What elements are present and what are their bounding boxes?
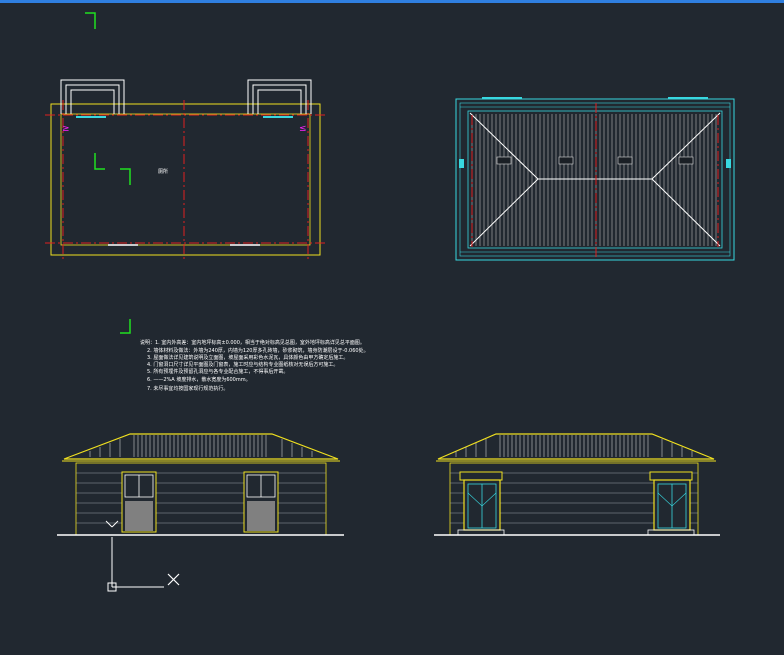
plan-marker-right: ≤ (299, 124, 307, 134)
note-line: 5. 所有预埋件及预留孔洞应与各专业配合施工，不得事后开凿。 (147, 368, 288, 375)
plan-marker-left: ≥ (62, 124, 70, 134)
plan-inner-wall (60, 113, 311, 246)
roof-hips (469, 112, 721, 247)
note-line: 7. 未尽事宜均按国家现行规范执行。 (147, 385, 228, 392)
drawing-canvas[interactable]: ≥ ≤ 厕所 说明：1. 室内外高差：室内地坪标高±0.000，相当于绝对标高见… (0, 3, 784, 655)
design-notes: 说明：1. 室内外高差：室内地坪标高±0.000，相当于绝对标高见总图，室外地坪… (140, 339, 369, 392)
plan-axis-lines (45, 100, 326, 261)
note-line: 说明：1. 室内外高差：室内地坪标高±0.000，相当于绝对标高见总图，室外地坪… (140, 339, 365, 346)
crop-marks (85, 12, 131, 334)
elevation-left-window-1 (121, 471, 157, 533)
note-line: 6. ——2%A 坡度排水，散水宽度为600mm。 (147, 376, 251, 383)
plan-room-label: 厕所 (158, 168, 168, 175)
roof-vents (496, 156, 694, 165)
elevation-right-door-2 (647, 471, 695, 536)
roof-tile-hatch (471, 114, 717, 246)
cursor-crosshair-icon (167, 573, 180, 586)
elevation-right-door-1 (457, 471, 505, 536)
elevation-left[interactable] (57, 433, 344, 536)
roof-plan[interactable] (455, 97, 735, 261)
plan-outer-wall (50, 103, 321, 256)
elevation-right[interactable] (434, 433, 720, 536)
plan-entrance-right (247, 79, 312, 118)
plan-entrance-left (60, 79, 125, 118)
floor-plan[interactable]: ≥ ≤ 厕所 (45, 79, 326, 261)
note-line: 4. 门窗洞口尺寸详见平面图及门窗表，施工时应与结构专业图纸核对无误后方可施工。 (147, 361, 338, 368)
note-line: 2. 墙体材料及做法：外墙为240厚，内墙为120厚多孔砖墙，砂浆砌筑，墙身防潮… (147, 347, 369, 354)
elevation-left-roof (63, 433, 339, 460)
note-line: 3. 屋面做法详见建筑说明及立面图，坡屋面采用彩色水泥瓦，具体颜色由甲方确定后施… (147, 354, 348, 361)
elevation-left-window-2 (243, 471, 279, 533)
